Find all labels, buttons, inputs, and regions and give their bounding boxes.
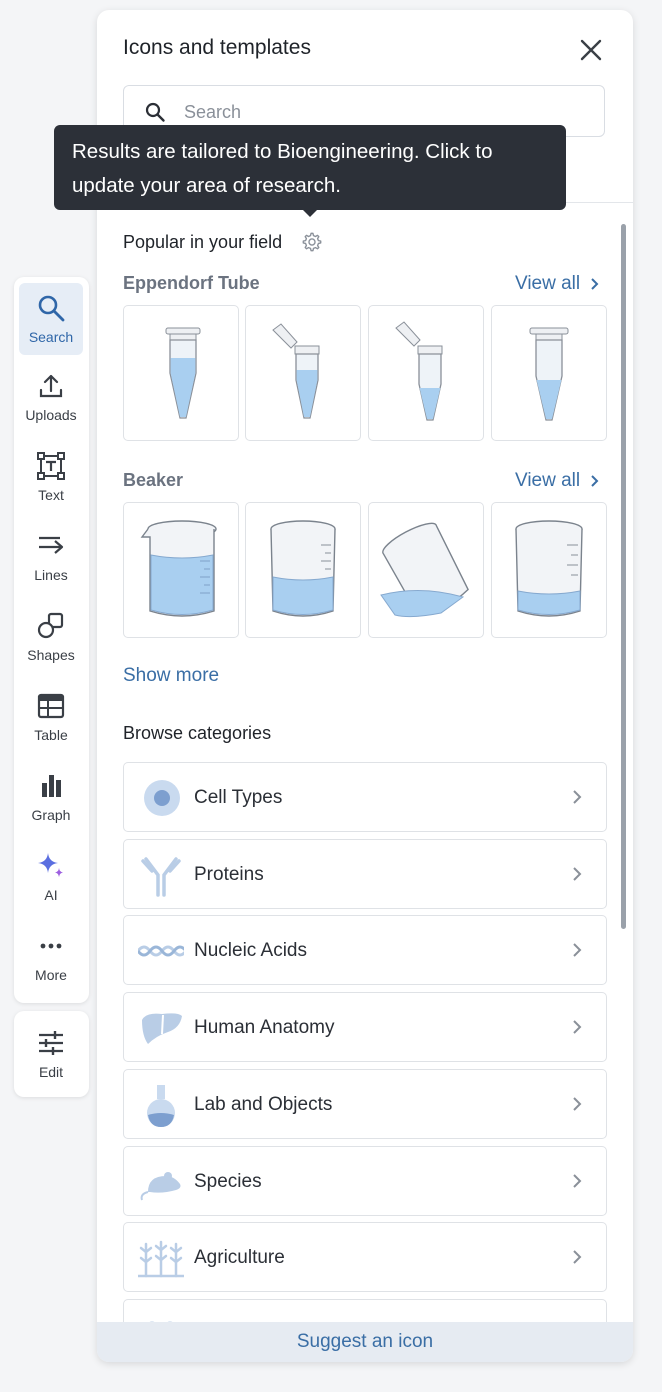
chevron-right-icon (591, 475, 599, 487)
toolbar-edit[interactable]: Edit (19, 1018, 83, 1090)
toolbar-label: Graph (31, 807, 71, 823)
category-label: Nucleic Acids (194, 940, 307, 961)
chevron-right-icon (573, 1174, 582, 1188)
toolbar-label: Edit (38, 1064, 64, 1080)
beaker-tile[interactable] (368, 502, 484, 638)
sliders-icon (39, 1031, 63, 1055)
search-input[interactable] (182, 98, 586, 126)
categories-heading: Browse categories (123, 723, 272, 743)
edit-toolbar: Edit (14, 1011, 89, 1097)
category-lab-and-objects[interactable]: Lab and Objects (123, 1069, 607, 1139)
research-area-tooltip[interactable]: Results are tailored to Bioengineering. … (54, 125, 566, 210)
toolbar-label: Uploads (25, 407, 77, 423)
toolbar-graph[interactable]: Graph (19, 761, 83, 833)
beaker-tile[interactable] (491, 502, 607, 638)
eppendorf-tube-tile[interactable] (245, 305, 361, 441)
chevron-right-icon (573, 1097, 582, 1111)
toolbar-more[interactable]: More (19, 921, 83, 993)
search-icon (38, 295, 65, 322)
category-label: Cell Types (194, 787, 283, 808)
toolbar-ai[interactable]: AI (19, 841, 83, 913)
toolbar-shapes[interactable]: Shapes (19, 601, 83, 673)
toolbar-label: Shapes (27, 647, 75, 663)
left-toolbar: Search Uploads Text Lines Shapes Table G… (14, 277, 89, 1003)
category-agriculture[interactable]: Agriculture (123, 1222, 607, 1292)
text-box-icon (37, 452, 65, 480)
category-label: Lab and Objects (194, 1094, 333, 1115)
tooltip-arrow (302, 209, 318, 217)
more-dots-icon (40, 943, 62, 949)
chevron-right-icon (573, 1020, 582, 1034)
eppendorf-tube-tile[interactable] (491, 305, 607, 441)
toolbar-text[interactable]: Text (19, 441, 83, 513)
category-label: Agriculture (194, 1247, 285, 1268)
antibody-icon (141, 857, 181, 897)
wheat-icon (138, 1240, 184, 1278)
upload-icon (39, 374, 63, 398)
category-label: Proteins (194, 864, 264, 885)
category-label: Human Anatomy (194, 1017, 335, 1038)
category-cell-types[interactable]: Cell Types (123, 762, 607, 832)
beaker-tile[interactable] (245, 502, 361, 638)
arrow-line-icon (39, 536, 64, 554)
category-species[interactable]: Species (123, 1146, 607, 1216)
view-all-link[interactable]: View all (515, 273, 602, 295)
eppendorf-tube-tile[interactable] (123, 305, 239, 441)
category-nucleic-acids[interactable]: Nucleic Acids (123, 915, 607, 985)
toolbar-search[interactable]: Search (19, 283, 83, 355)
chevron-right-icon (573, 1250, 582, 1264)
view-all-link[interactable]: View all (515, 470, 602, 492)
toolbar-label: More (35, 967, 67, 983)
toolbar-label: Table (34, 727, 68, 743)
category-proteins[interactable]: Proteins (123, 839, 607, 909)
scrollbar[interactable] (621, 224, 626, 929)
chevron-right-icon (573, 790, 582, 804)
toolbar-label: Lines (34, 567, 68, 583)
group-heading: Eppendorf Tube (123, 273, 260, 293)
group-heading: Beaker (123, 470, 184, 490)
liver-icon (142, 1013, 182, 1044)
icons-panel: Icons and templates Popular in your fiel… (97, 10, 633, 1362)
toolbar-label: Text (38, 487, 64, 503)
gear-icon[interactable] (301, 231, 323, 253)
toolbar-lines[interactable]: Lines (19, 521, 83, 593)
suggest-icon-link[interactable]: Suggest an icon (297, 1331, 433, 1353)
close-icon[interactable] (577, 36, 605, 64)
chevron-right-icon (573, 943, 582, 957)
bar-graph-icon (42, 775, 61, 797)
sparkle-icon (38, 853, 63, 877)
category-label: Species (194, 1171, 262, 1192)
flask-icon (147, 1085, 175, 1127)
popular-heading: Popular in your field (123, 232, 283, 252)
search-icon (145, 102, 165, 122)
toolbar-label: AI (44, 887, 58, 903)
panel-title: Icons and templates (123, 36, 311, 59)
chevron-right-icon (591, 278, 599, 290)
cell-icon (144, 780, 180, 816)
category-human-anatomy[interactable]: Human Anatomy (123, 992, 607, 1062)
table-icon (37, 693, 65, 719)
shapes-icon (37, 612, 64, 639)
view-all-label: View all (515, 470, 581, 491)
footer-bar: Suggest an icon (97, 1322, 633, 1362)
show-more-link[interactable]: Show more (123, 665, 219, 687)
beaker-tile[interactable] (123, 502, 239, 638)
eppendorf-tube-tile[interactable] (368, 305, 484, 441)
chevron-right-icon (573, 867, 582, 881)
toolbar-label: Search (28, 329, 74, 345)
toolbar-table[interactable]: Table (19, 681, 83, 753)
dna-icon (138, 945, 184, 957)
view-all-label: View all (515, 273, 581, 294)
toolbar-uploads[interactable]: Uploads (19, 361, 83, 433)
mouse-icon (140, 1172, 181, 1201)
